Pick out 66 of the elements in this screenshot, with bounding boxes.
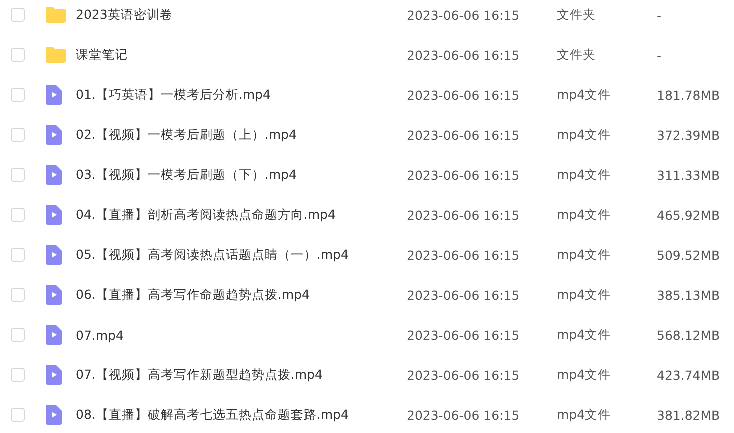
file-name[interactable]: 2023英语密训卷: [76, 6, 407, 24]
file-size: 381.82MB: [657, 408, 722, 422]
file-name[interactable]: 07.mp4: [76, 328, 407, 342]
video-file-icon: [46, 85, 62, 105]
file-type: mp4文件: [557, 166, 612, 184]
video-file-icon: [46, 245, 62, 265]
file-type: mp4文件: [557, 126, 612, 144]
file-size: 181.78MB: [657, 88, 722, 102]
checkbox[interactable]: [11, 128, 25, 142]
modified-date: 2023-06-06 16:15: [407, 208, 521, 222]
file-name[interactable]: 04.【直播】剖析高考阅读热点命题方向.mp4: [76, 206, 407, 224]
checkbox[interactable]: [11, 288, 25, 302]
modified-date: 2023-06-06 16:15: [407, 368, 521, 382]
checkbox[interactable]: [11, 328, 25, 342]
file-size: 311.33MB: [657, 168, 722, 182]
checkbox[interactable]: [11, 368, 25, 382]
file-name[interactable]: 06.【直播】高考写作命题趋势点拨.mp4: [76, 286, 407, 304]
checkbox[interactable]: [11, 248, 25, 262]
file-size: 385.13MB: [657, 288, 722, 302]
folder-icon: [46, 7, 66, 23]
file-type: mp4文件: [557, 246, 612, 264]
file-type: mp4文件: [557, 286, 612, 304]
checkbox[interactable]: [11, 48, 25, 62]
modified-date: 2023-06-06 16:15: [407, 48, 521, 62]
video-file-icon: [46, 325, 62, 345]
video-file-icon: [46, 125, 62, 145]
file-name[interactable]: 02.【视频】一模考后刷题（上）.mp4: [76, 126, 407, 144]
folder-icon: [46, 47, 66, 63]
modified-date: 2023-06-06 16:15: [407, 248, 521, 262]
modified-date: 2023-06-06 16:15: [407, 8, 521, 22]
file-type: 文件夹: [557, 6, 597, 24]
file-size: 568.12MB: [657, 328, 722, 342]
modified-date: 2023-06-06 16:15: [407, 288, 521, 302]
file-size: 423.74MB: [657, 368, 722, 382]
file-type: mp4文件: [557, 206, 612, 224]
modified-date: 2023-06-06 16:15: [407, 168, 521, 182]
file-size: 465.92MB: [657, 208, 722, 222]
checkbox[interactable]: [11, 8, 25, 22]
video-file-icon: [46, 205, 62, 225]
video-file-icon: [46, 365, 62, 385]
file-name[interactable]: 课堂笔记: [76, 46, 407, 64]
modified-date: 2023-06-06 16:15: [407, 408, 521, 422]
file-size: -: [657, 48, 663, 62]
checkbox[interactable]: [11, 408, 25, 422]
file-type: mp4文件: [557, 86, 612, 104]
checkbox[interactable]: [11, 88, 25, 102]
file-name[interactable]: 05.【视频】高考阅读热点话题点睛（一）.mp4: [76, 246, 407, 264]
file-name[interactable]: 07.【视频】高考写作新题型趋势点拨.mp4: [76, 366, 407, 384]
video-file-icon: [46, 165, 62, 185]
file-size: -: [657, 8, 663, 22]
modified-date: 2023-06-06 16:15: [407, 328, 521, 342]
file-size: 509.52MB: [657, 248, 722, 262]
checkbox[interactable]: [11, 168, 25, 182]
video-file-icon: [46, 405, 62, 425]
file-name[interactable]: 08.【直播】破解高考七选五热点命题套路.mp4: [76, 406, 407, 424]
file-type: mp4文件: [557, 406, 612, 424]
file-type: mp4文件: [557, 326, 612, 344]
checkbox[interactable]: [11, 208, 25, 222]
file-name[interactable]: 03.【视频】一模考后刷题（下）.mp4: [76, 166, 407, 184]
file-type: 文件夹: [557, 46, 597, 64]
file-size: 372.39MB: [657, 128, 722, 142]
modified-date: 2023-06-06 16:15: [407, 128, 521, 142]
file-name[interactable]: 01.【巧英语】一模考后分析.mp4: [76, 86, 407, 104]
modified-date: 2023-06-06 16:15: [407, 88, 521, 102]
video-file-icon: [46, 285, 62, 305]
file-type: mp4文件: [557, 366, 612, 384]
